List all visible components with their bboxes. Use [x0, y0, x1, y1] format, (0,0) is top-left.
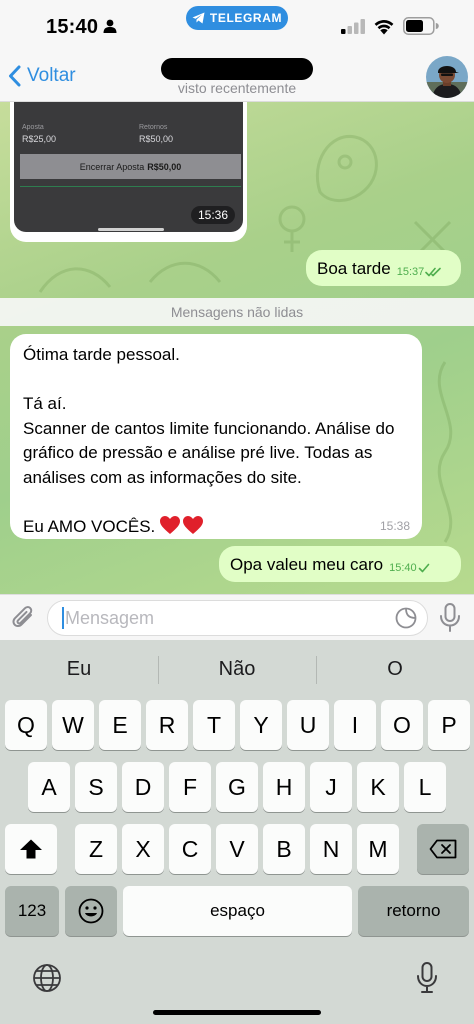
shift-icon [20, 839, 42, 859]
paperclip-icon[interactable] [11, 604, 37, 632]
message-meta: 15:40 [389, 562, 430, 574]
key-v[interactable]: V [216, 824, 258, 874]
space-key[interactable]: espaço [123, 886, 352, 936]
contact-avatar[interactable] [426, 56, 468, 98]
telegram-active-pill[interactable]: TELEGRAM [186, 6, 288, 30]
key-z[interactable]: Z [75, 824, 117, 874]
message-text: Ótima tarde pessoal. Tá aí. Scanner de c… [23, 345, 395, 536]
key-e[interactable]: E [99, 700, 141, 750]
dictation-microphone-icon[interactable] [415, 962, 439, 994]
key-m[interactable]: M [357, 824, 399, 874]
returns-label: Retornos [139, 124, 168, 131]
microphone-icon[interactable] [438, 603, 462, 633]
key-s[interactable]: S [75, 762, 117, 812]
message-text: Opa valeu meu caro [230, 555, 384, 574]
return-key[interactable]: retorno [358, 886, 469, 936]
key-w[interactable]: W [52, 700, 94, 750]
numbers-key[interactable]: 123 [5, 886, 59, 936]
key-f[interactable]: F [169, 762, 211, 812]
key-b[interactable]: B [263, 824, 305, 874]
key-y[interactable]: Y [240, 700, 282, 750]
wallpaper-doodle [38, 261, 222, 293]
text-caret [62, 607, 64, 629]
key-i[interactable]: I [334, 700, 376, 750]
returns-value: R$50,00 [139, 134, 174, 144]
message-input-bar: Mensagem [0, 594, 474, 640]
suggestion-bar: Eu Não O [0, 640, 474, 698]
bet-screenshot: Aposta R$25,00 Retornos R$50,00 Encerrar… [14, 102, 243, 232]
shift-key[interactable] [5, 824, 57, 874]
key-n[interactable]: N [310, 824, 352, 874]
message-time: 15:40 [389, 562, 417, 574]
message-time: 15:36 [190, 206, 235, 224]
message-text: Boa tarde [317, 259, 391, 278]
key-u[interactable]: U [287, 700, 329, 750]
unread-messages-banner: Mensagens não lidas [0, 298, 474, 326]
key-q[interactable]: Q [5, 700, 47, 750]
globe-icon[interactable] [32, 963, 62, 993]
suggestion-3[interactable]: O [316, 640, 474, 698]
key-k[interactable]: K [357, 762, 399, 812]
key-g[interactable]: G [216, 762, 258, 812]
key-t[interactable]: T [193, 700, 235, 750]
wallpaper-doodle [278, 205, 306, 252]
battery-icon [403, 17, 439, 35]
emoji-key[interactable] [65, 886, 117, 936]
telegram-pill-label: TELEGRAM [209, 11, 283, 25]
key-o[interactable]: O [381, 700, 423, 750]
telegram-icon [192, 12, 205, 24]
chat-header: Voltar visto recentemente [0, 52, 474, 102]
backspace-key[interactable] [417, 824, 469, 874]
chat-area[interactable]: Aposta R$25,00 Retornos R$50,00 Encerrar… [0, 102, 474, 594]
key-c[interactable]: C [169, 824, 211, 874]
bet-value: R$25,00 [22, 134, 57, 144]
person-icon [103, 19, 117, 33]
double-check-icon [425, 267, 442, 277]
home-indicator[interactable] [153, 1010, 321, 1015]
emoji-icon [78, 898, 104, 924]
cellular-signal-icon [341, 19, 365, 34]
key-p[interactable]: P [428, 700, 470, 750]
outgoing-message[interactable]: Boa tarde 15:37 [306, 250, 461, 286]
message-time: 15:38 [379, 519, 410, 533]
wallpaper-doodle [437, 361, 453, 543]
image-message[interactable]: Aposta R$25,00 Retornos R$50,00 Encerrar… [10, 102, 247, 242]
status-bar: 15:40 TELEGRAM [0, 0, 474, 52]
heart-emoji-icon [160, 515, 181, 534]
contact-name-redacted[interactable] [161, 58, 313, 80]
sticker-icon[interactable] [395, 607, 417, 629]
bet-label: Aposta [22, 124, 44, 131]
keyboard: Eu Não O Q W E R T Y U I O P A S D F G H… [0, 640, 474, 1024]
contact-status: visto recentemente [177, 80, 297, 96]
heart-emoji-icon [183, 515, 204, 534]
key-d[interactable]: D [122, 762, 164, 812]
message-placeholder: Mensagem [65, 607, 155, 628]
check-icon [418, 563, 429, 573]
outgoing-message[interactable]: Opa valeu meu caro 15:40 [219, 546, 461, 582]
key-h[interactable]: H [263, 762, 305, 812]
suggestion-2[interactable]: Não [158, 640, 316, 698]
suggestion-1[interactable]: Eu [0, 640, 158, 698]
status-time: 15:40 [46, 16, 99, 38]
key-l[interactable]: L [404, 762, 446, 812]
key-a[interactable]: A [28, 762, 70, 812]
incoming-message[interactable]: Ótima tarde pessoal. Tá aí. Scanner de c… [10, 334, 422, 539]
backspace-icon [429, 839, 457, 859]
key-j[interactable]: J [310, 762, 352, 812]
message-time: 15:37 [396, 266, 425, 278]
wifi-icon [374, 20, 394, 35]
key-r[interactable]: R [146, 700, 188, 750]
message-input[interactable]: Mensagem [47, 600, 428, 636]
cashout-button-image: Encerrar Aposta R$50,00 [20, 154, 241, 179]
message-meta: 15:37 [397, 266, 443, 278]
key-x[interactable]: X [122, 824, 164, 874]
